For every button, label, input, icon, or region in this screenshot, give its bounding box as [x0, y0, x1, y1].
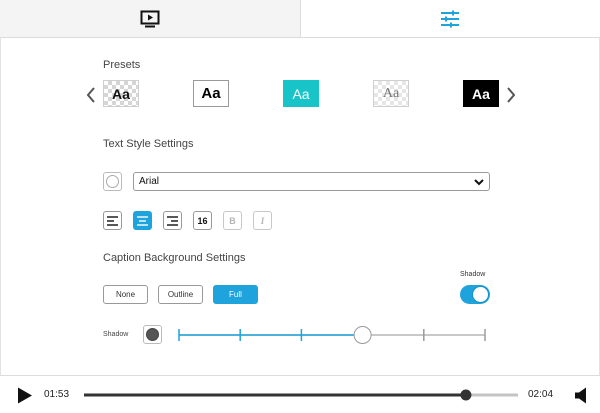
current-time: 01:53	[44, 389, 70, 400]
text-style-label: Text Style Settings	[103, 138, 194, 150]
preset-serif-light[interactable]: Aa	[373, 80, 409, 107]
font-select-value: Arial	[139, 176, 160, 187]
font-size-button[interactable]: 16	[193, 211, 212, 230]
caption-bg-label: Caption Background Settings	[103, 252, 246, 264]
volume-icon[interactable]	[575, 387, 589, 404]
text-color-swatch[interactable]	[103, 172, 122, 191]
font-select[interactable]: Arial	[133, 172, 490, 191]
tab-video[interactable]	[0, 0, 301, 37]
sliders-icon	[441, 10, 460, 27]
bg-none-button[interactable]: None	[103, 285, 148, 304]
toggle-knob	[472, 286, 489, 303]
align-left-icon	[107, 215, 118, 226]
shadow-slider[interactable]	[172, 324, 492, 346]
align-center-button[interactable]	[133, 211, 152, 230]
tab-bar	[0, 0, 600, 38]
shadow-slider-label: Shadow	[103, 331, 129, 338]
align-center-icon	[137, 215, 148, 226]
shadow-color-dot-icon	[146, 328, 159, 341]
bold-button[interactable]: B	[223, 211, 242, 230]
shadow-toggle[interactable]	[460, 285, 490, 304]
tv-play-icon	[140, 10, 160, 27]
bg-outline-button[interactable]: Outline	[158, 285, 203, 304]
preset-black[interactable]: Aa	[463, 80, 499, 107]
shadow-slider-handle[interactable]	[353, 326, 372, 344]
align-right-button[interactable]	[163, 211, 182, 230]
duration: 02:04	[528, 389, 554, 400]
color-dot-icon	[106, 175, 119, 188]
preset-white-box[interactable]: Aa	[193, 80, 229, 107]
shadow-toggle-label: Shadow	[460, 271, 486, 278]
tab-settings[interactable]	[300, 0, 600, 37]
shadow-color-swatch[interactable]	[143, 325, 162, 344]
preset-transparent[interactable]: Aa	[103, 80, 139, 107]
preset-teal[interactable]: Aa	[283, 80, 319, 107]
play-icon[interactable]	[17, 387, 33, 404]
align-left-button[interactable]	[103, 211, 122, 230]
chevron-down-icon	[474, 179, 484, 186]
bg-full-button[interactable]: Full	[213, 285, 258, 304]
progress-bar[interactable]	[82, 385, 522, 405]
chevron-right-icon[interactable]	[506, 87, 516, 103]
presets-label: Presets	[103, 59, 141, 71]
player-bar: 01:53 02:04	[0, 375, 600, 413]
chevron-left-icon[interactable]	[86, 87, 96, 103]
progress-handle[interactable]	[460, 389, 472, 401]
align-right-icon	[167, 215, 178, 226]
italic-button[interactable]: I	[253, 211, 272, 230]
